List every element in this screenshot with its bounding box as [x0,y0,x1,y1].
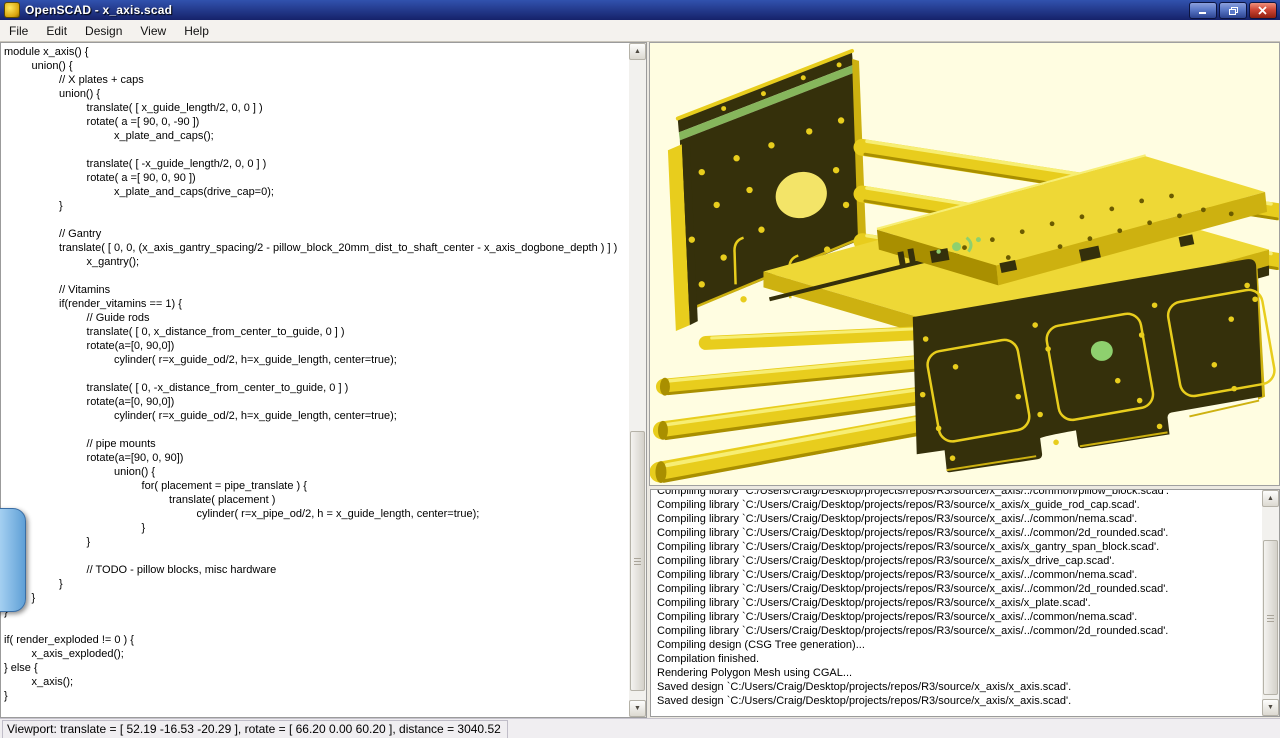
console-scrollbar-thumb[interactable] [1263,540,1278,695]
restore-icon [1228,6,1239,16]
menu-view[interactable]: View [131,22,175,40]
editor-scrollbar-thumb[interactable] [630,431,645,691]
title-bar[interactable]: OpenSCAD - x_axis.scad [0,0,1280,20]
menu-help[interactable]: Help [175,22,218,40]
console-log: Compiling library `C:/Users/Craig/Deskto… [657,489,1259,716]
restore-button[interactable] [1219,2,1247,19]
close-icon [1258,6,1268,15]
app-icon [4,2,20,18]
window-title: OpenSCAD - x_axis.scad [25,3,172,17]
3d-viewport[interactable] [649,42,1280,486]
console-scrollbar[interactable]: ▲ ▼ [1262,490,1279,716]
viewport-status: Viewport: translate = [ 52.19 -16.53 -20… [2,720,508,738]
console-scroll-up-button[interactable]: ▲ [1262,490,1279,507]
minimize-icon [1198,6,1208,15]
console-scroll-down-button[interactable]: ▼ [1262,699,1279,716]
editor-scrollbar[interactable]: ▲ ▼ [629,43,646,717]
menu-design[interactable]: Design [76,22,131,40]
code-text[interactable]: module x_axis() { union() { // X plates … [4,45,626,717]
menu-bar: File Edit Design View Help [0,20,1280,42]
green-bearing [1091,341,1113,361]
minimize-button[interactable] [1189,2,1217,19]
3d-model-canvas[interactable] [650,43,1279,485]
editor-scroll-down-button[interactable]: ▼ [629,700,646,717]
code-editor[interactable]: module x_axis() { union() { // X plates … [0,42,647,718]
openscad-window: OpenSCAD - x_axis.scad File Edit Design … [0,0,1280,738]
edge-balloon-widget[interactable] [0,508,26,612]
status-bar: Viewport: translate = [ 52.19 -16.53 -20… [0,718,1280,738]
menu-file[interactable]: File [0,22,37,40]
menu-edit[interactable]: Edit [37,22,76,40]
editor-scroll-up-button[interactable]: ▲ [629,43,646,60]
console-panel[interactable]: Compiling library `C:/Users/Craig/Deskto… [650,489,1280,717]
close-button[interactable] [1249,2,1277,19]
